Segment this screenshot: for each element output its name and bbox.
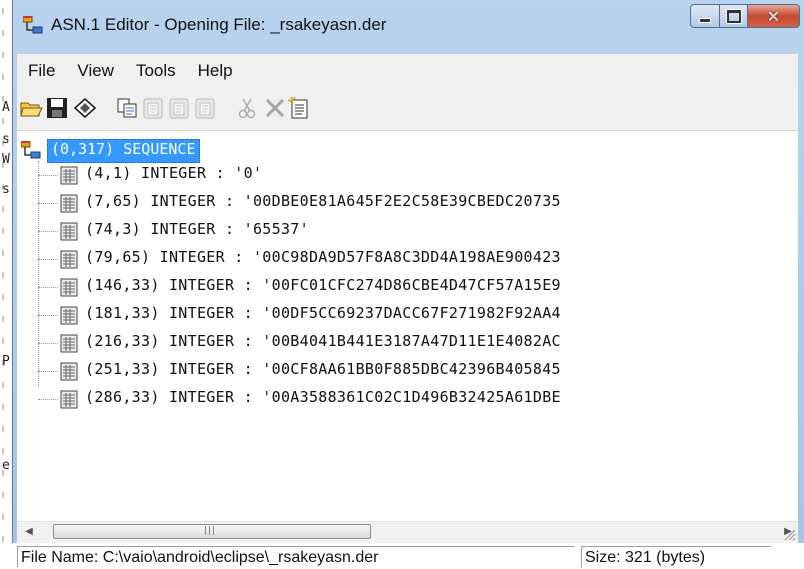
tree-connector <box>38 231 58 232</box>
tree-connector <box>38 315 58 316</box>
menu-bar: File View Tools Help <box>17 54 798 88</box>
menu-help[interactable]: Help <box>187 54 244 88</box>
background-text: s <box>2 132 10 147</box>
paste-icon[interactable] <box>193 96 217 120</box>
integer-node-icon <box>60 194 78 213</box>
minimize-icon <box>699 17 711 23</box>
integer-node-icon <box>60 250 78 269</box>
integer-node-icon <box>60 334 78 353</box>
scroll-left-icon[interactable]: ◀ <box>21 525 37 539</box>
delete-icon[interactable] <box>263 96 287 120</box>
status-size: Size: 321 (bytes) <box>581 546 771 568</box>
client-area: File View Tools Help (0,317) SEQUENCE (4… <box>17 54 798 568</box>
close-button[interactable]: ✕ <box>748 4 800 28</box>
tree-connector <box>38 175 58 176</box>
tree-node-label: (79,65) INTEGER : '00C98DA9D57F8A8C3DD4A… <box>85 248 561 266</box>
menu-file[interactable]: File <box>17 54 66 88</box>
title-bar[interactable]: ASN.1 Editor - Opening File: _rsakeyasn.… <box>13 0 804 52</box>
tree-node-label: (286,33) INTEGER : '00A3588361C02C1D496B… <box>85 388 561 406</box>
integer-node-icon <box>60 278 78 297</box>
app-tree-icon <box>23 16 43 34</box>
tree-node-label: (181,33) INTEGER : '00DF5CC69237DACC67F2… <box>85 304 561 322</box>
integer-node-icon <box>60 306 78 325</box>
save-icon[interactable] <box>45 96 69 120</box>
horizontal-scrollbar[interactable]: ◀ ||| ▶ <box>17 521 798 542</box>
integer-node-icon <box>60 166 78 185</box>
integer-node-icon <box>60 362 78 381</box>
background-text: A <box>2 100 10 115</box>
open-icon[interactable] <box>19 96 43 120</box>
tree-connector <box>38 343 58 344</box>
tree-node-label: (4,1) INTEGER : '0' <box>85 164 263 182</box>
caption-buttons: ✕ <box>690 4 800 30</box>
tree-root-label[interactable]: (0,317) SEQUENCE <box>47 139 200 163</box>
background-text: W <box>2 152 10 167</box>
menu-tools[interactable]: Tools <box>125 54 187 88</box>
window-title: ASN.1 Editor - Opening File: _rsakeyasn.… <box>51 15 387 34</box>
toolbar <box>17 88 798 131</box>
status-file-name: File Name: C:\vaio\android\eclipse\_rsak… <box>17 546 575 568</box>
tree-node-label: (7,65) INTEGER : '00DBE0E81A645F2E2C58E3… <box>85 192 561 210</box>
asn1-tree-view[interactable]: (0,317) SEQUENCE (4,1) INTEGER : '0' (7,… <box>17 131 798 521</box>
close-icon: ✕ <box>766 6 781 26</box>
background-text: e <box>2 458 10 473</box>
tree-node-label: (216,33) INTEGER : '00B4041B441E3187A47D… <box>85 332 561 350</box>
compare-icon[interactable] <box>73 96 97 120</box>
background-text: s <box>2 182 10 197</box>
paste-icon[interactable] <box>167 96 191 120</box>
scroll-thumb[interactable]: ||| <box>53 524 371 539</box>
integer-node-icon <box>60 390 78 409</box>
maximize-icon <box>726 9 741 23</box>
tree-connector <box>38 399 58 400</box>
tree-connector <box>38 259 58 260</box>
tree-connector <box>38 371 58 372</box>
resize-grip-icon[interactable] <box>782 527 796 541</box>
new-node-icon[interactable] <box>287 96 311 120</box>
paste-icon[interactable] <box>141 96 165 120</box>
minimize-button[interactable] <box>690 4 720 28</box>
sequence-node-icon <box>21 141 41 159</box>
tree-node-label: (251,33) INTEGER : '00CF8AA61BB0F885DBC4… <box>85 360 561 378</box>
integer-node-icon <box>60 222 78 241</box>
tree-connector <box>38 203 58 204</box>
background-text: P <box>2 354 10 369</box>
cut-icon[interactable] <box>235 96 259 120</box>
tree-node-label: (146,33) INTEGER : '00FC01CFC274D86CBE4D… <box>85 276 561 294</box>
grip-icon: ||| <box>204 526 217 536</box>
tree-connector <box>38 161 39 387</box>
copy-icon[interactable] <box>115 96 139 120</box>
tree-node-label: (74,3) INTEGER : '65537' <box>85 220 309 238</box>
asn1-editor-window: ASN.1 Editor - Opening File: _rsakeyasn.… <box>12 0 804 568</box>
tree-connector <box>38 287 58 288</box>
menu-view[interactable]: View <box>66 54 125 88</box>
maximize-button[interactable] <box>720 4 748 28</box>
